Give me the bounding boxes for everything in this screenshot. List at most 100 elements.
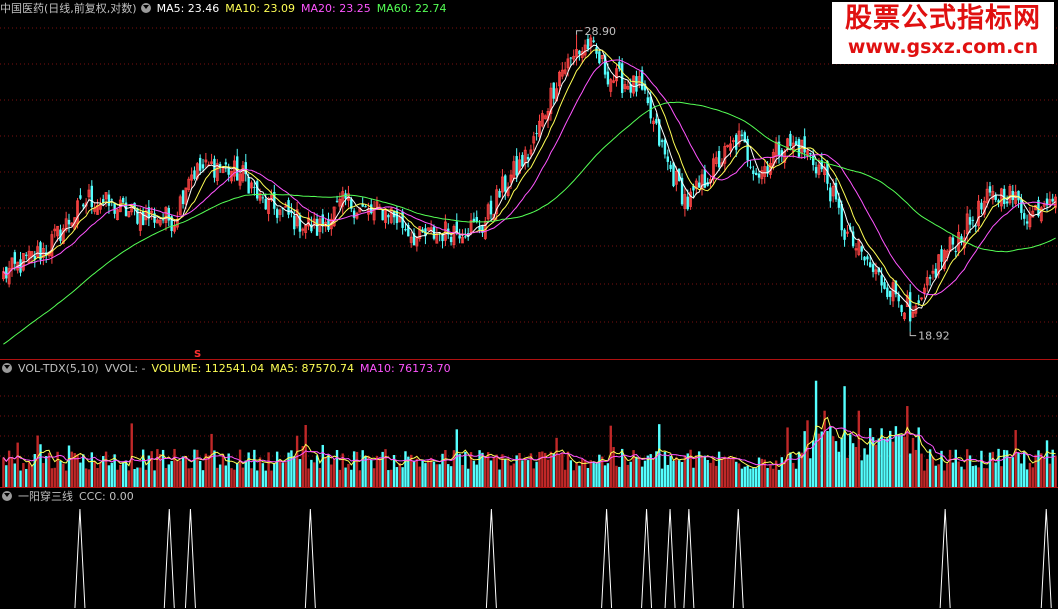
volume-bar: [509, 465, 513, 487]
volume-bar: [911, 437, 915, 487]
volume-bar: [2, 457, 5, 487]
candle-body: [740, 134, 744, 137]
candle-body: [275, 209, 279, 218]
volume-bar: [606, 463, 610, 487]
volume-bar: [1014, 430, 1017, 487]
candle-body: [107, 194, 111, 206]
candle-body: [649, 96, 652, 119]
volume-bar: [295, 435, 299, 487]
candle-body: [255, 181, 259, 199]
volume-bar: [1000, 466, 1003, 487]
volume-bar: [173, 448, 176, 487]
chevron-down-icon[interactable]: [2, 363, 12, 373]
volume-bar: [640, 466, 644, 487]
legend-volume: VOLUME: 112541.04: [151, 362, 265, 375]
high-label: 28.90: [585, 25, 617, 38]
volume-bar: [963, 469, 966, 487]
volume-bar: [903, 436, 906, 487]
volume-bar: [851, 443, 855, 487]
candle-body: [757, 173, 761, 178]
volume-bar: [886, 438, 889, 487]
volume-bar: [358, 470, 362, 487]
candle-body: [672, 162, 675, 187]
candle-body: [404, 229, 407, 231]
candle-body: [113, 202, 116, 214]
volume-bar: [652, 458, 655, 487]
candle-body: [193, 170, 196, 179]
volume-bar: [937, 464, 940, 487]
volume-bar: [164, 467, 168, 487]
volume-bar: [139, 467, 142, 487]
volume-bar: [455, 429, 458, 487]
volume-bar: [25, 468, 28, 487]
candle-body: [803, 136, 806, 153]
candle-body: [660, 140, 664, 142]
volume-bar: [746, 465, 749, 487]
volume-bar: [332, 458, 336, 487]
volume-bar: [255, 470, 259, 487]
candle-body: [110, 199, 113, 201]
volume-bar: [732, 457, 735, 487]
volume-bar: [201, 470, 205, 487]
candle-body: [863, 256, 866, 261]
volume-bar: [361, 450, 364, 487]
volume-bar: [130, 423, 133, 487]
volume-bar: [1048, 463, 1052, 487]
candle-body: [592, 40, 595, 43]
volume-bar: [512, 463, 516, 487]
stock-chart[interactable]: 28.90 18.92 S: [0, 0, 1058, 609]
volume-bar: [558, 454, 561, 487]
volume-bar: [877, 438, 880, 487]
volume-bar: [87, 469, 91, 487]
candle-body: [655, 118, 658, 124]
volume-bar: [70, 451, 74, 487]
volume-bar: [660, 468, 664, 487]
volume-bar: [42, 463, 45, 487]
chevron-down-icon[interactable]: [2, 491, 12, 501]
watermark-logo: 股票公式指标网 www.gsxz.com.cn: [832, 2, 1054, 64]
candle-body: [888, 290, 892, 297]
volume-bar: [401, 467, 404, 487]
volume-bar: [495, 454, 498, 487]
candle-body: [595, 47, 598, 54]
volume-bar: [663, 451, 667, 487]
volume-bar: [524, 457, 527, 487]
volume-bar: [763, 459, 766, 487]
main-legend: 中国医药(日线,前复权,对数) MA5: 23.46 MA10: 23.09 MA20…: [0, 1, 452, 17]
candle-body: [569, 57, 573, 59]
volume-bar: [324, 457, 327, 487]
volume-bar: [908, 453, 912, 487]
volume-bar: [444, 450, 447, 487]
candle-body: [814, 167, 818, 174]
volume-bar: [638, 457, 641, 487]
volume-bar: [572, 470, 575, 487]
candle-body: [917, 300, 920, 304]
volume-bar: [1045, 440, 1049, 487]
volume-bar: [1017, 452, 1020, 487]
volume-bar: [221, 454, 225, 487]
volume-bar: [7, 450, 11, 487]
volume-bar: [680, 462, 684, 487]
candle-body: [717, 150, 721, 168]
volume-bar: [144, 469, 148, 487]
volume-bar: [375, 455, 379, 487]
candle-body: [686, 196, 689, 210]
volume-bar: [595, 463, 598, 487]
ccc-signal: [641, 508, 653, 609]
volume-bar: [854, 446, 858, 487]
volume-bar: [210, 433, 213, 487]
candle-body: [161, 219, 165, 221]
volume-bar: [96, 468, 99, 487]
volume-bar: [290, 450, 293, 487]
candle-body: [535, 133, 538, 135]
chevron-down-icon[interactable]: [140, 3, 151, 13]
candle-body: [837, 198, 841, 208]
volume-bar: [418, 466, 421, 487]
volume-bar: [532, 468, 535, 487]
volume-bar: [79, 462, 82, 487]
volume-bar: [897, 434, 900, 487]
ma5-line: [3, 44, 1056, 312]
volume-bar: [270, 470, 273, 487]
volume-bar: [669, 455, 672, 487]
volume-bar: [313, 462, 316, 487]
